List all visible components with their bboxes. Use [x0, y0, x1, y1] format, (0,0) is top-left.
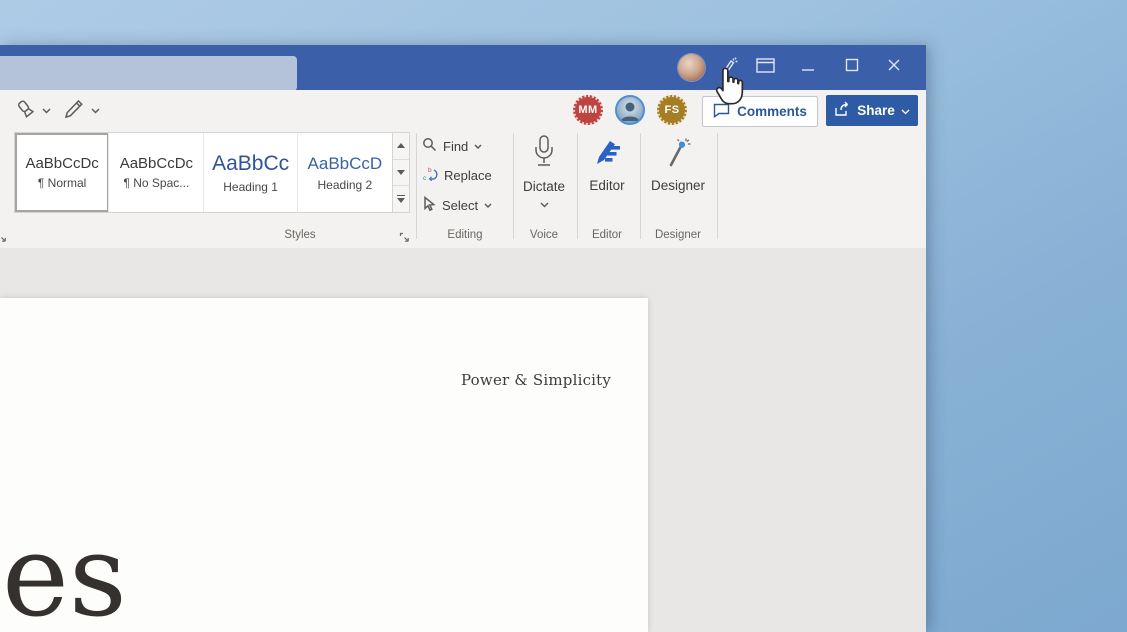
- collaborator-avatars: MM FS: [573, 95, 687, 125]
- style-label: ¶ Normal: [38, 176, 86, 190]
- style-no-spacing[interactable]: AaBbCcDc ¶ No Spac...: [109, 133, 203, 212]
- ribbon: MM FS Comments: [0, 90, 926, 249]
- chevron-down-icon: [474, 144, 482, 149]
- collaborator-avatar-mm[interactable]: MM: [573, 95, 603, 125]
- microphone-icon: [531, 134, 557, 175]
- share-icon: [834, 101, 851, 120]
- style-heading-1[interactable]: AaBbCc Heading 1: [204, 133, 298, 212]
- document-canvas[interactable]: Power & Simplicity es: [0, 248, 926, 632]
- share-button[interactable]: Share: [826, 95, 918, 126]
- close-button[interactable]: [877, 45, 911, 90]
- replace-label: Replace: [444, 168, 492, 183]
- more-bar-icon: [397, 195, 405, 197]
- style-label: Heading 1: [223, 180, 278, 194]
- collaborator-avatar-fs[interactable]: FS: [657, 95, 687, 125]
- gallery-scrollbar: [393, 132, 410, 213]
- dialog-launcher-button[interactable]: [0, 230, 7, 248]
- styles-dialog-launcher-button[interactable]: [399, 230, 410, 248]
- replace-button[interactable]: b c Replace: [422, 164, 492, 186]
- comments-label: Comments: [737, 104, 807, 119]
- maximize-icon: [845, 58, 859, 77]
- style-label: Heading 2: [318, 178, 373, 192]
- style-preview: AaBbCc: [212, 152, 289, 176]
- document-large-text: es: [2, 520, 127, 632]
- chevron-down-icon: [484, 203, 492, 208]
- find-button[interactable]: Find: [422, 135, 482, 157]
- chevron-down-icon: [540, 202, 549, 208]
- editing-group-label: Editing: [430, 229, 500, 241]
- avatar-initials: MM: [578, 104, 597, 116]
- styles-gallery: AaBbCcDc ¶ Normal AaBbCcDc ¶ No Spac... …: [14, 132, 393, 213]
- share-label: Share: [857, 103, 895, 118]
- group-separator: [513, 133, 514, 239]
- dictate-button[interactable]: Dictate: [519, 134, 569, 208]
- replace-icon: b c: [422, 166, 438, 185]
- group-separator: [577, 133, 578, 239]
- pen-tool-button[interactable]: [62, 98, 100, 124]
- minimize-icon: [801, 59, 815, 77]
- find-label: Find: [443, 139, 468, 154]
- chevron-down-icon: [42, 108, 51, 114]
- voice-group-label: Voice: [516, 229, 572, 241]
- designer-button[interactable]: Designer: [645, 137, 711, 193]
- search-input[interactable]: [0, 56, 297, 91]
- ink-tool-icon: [13, 97, 37, 126]
- triangle-down-icon: [397, 170, 405, 175]
- close-icon: [887, 58, 901, 77]
- designer-icon: [663, 137, 693, 174]
- group-separator: [717, 133, 718, 239]
- ribbon-display-options-icon: [756, 58, 775, 78]
- style-preview: AaBbCcDc: [25, 155, 98, 172]
- triangle-up-icon: [397, 143, 405, 148]
- svg-text:c: c: [423, 175, 427, 182]
- triangle-down-icon: [397, 198, 405, 203]
- gallery-more-button[interactable]: [393, 185, 409, 212]
- style-preview: AaBbCcD: [308, 154, 383, 174]
- select-label: Select: [442, 198, 478, 213]
- word-window: MM FS Comments: [0, 45, 926, 632]
- style-normal[interactable]: AaBbCcDc ¶ Normal: [15, 133, 109, 212]
- maximize-button[interactable]: [835, 45, 869, 90]
- collaborator-avatar-photo[interactable]: [615, 95, 645, 125]
- account-avatar[interactable]: [678, 54, 705, 81]
- hand-cursor: [714, 66, 746, 111]
- style-label: ¶ No Spac...: [123, 176, 189, 190]
- styles-group-label: Styles: [270, 229, 330, 241]
- editor-label: Editor: [589, 178, 624, 193]
- ink-tool-button[interactable]: [13, 98, 51, 124]
- person-silhouette-icon: [617, 97, 643, 123]
- select-icon: [422, 196, 436, 215]
- document-header-text: Power & Simplicity: [461, 371, 611, 389]
- document-page[interactable]: Power & Simplicity es: [0, 298, 648, 632]
- titlebar: [0, 45, 926, 90]
- screen: MM FS Comments: [0, 0, 1127, 632]
- group-separator: [416, 133, 417, 239]
- chevron-down-icon: [901, 103, 910, 118]
- ribbon-display-options-button[interactable]: [748, 45, 782, 90]
- chevron-down-icon: [91, 108, 100, 114]
- minimize-button[interactable]: [791, 45, 825, 90]
- editor-button[interactable]: Editor: [582, 137, 632, 193]
- style-heading-2[interactable]: AaBbCcD Heading 2: [298, 133, 392, 212]
- gallery-scroll-down-button[interactable]: [393, 159, 409, 186]
- style-preview: AaBbCcDc: [120, 155, 193, 172]
- find-icon: [422, 137, 437, 155]
- gallery-scroll-up-button[interactable]: [393, 133, 409, 159]
- select-button[interactable]: Select: [422, 194, 492, 216]
- editor-icon: [591, 137, 623, 174]
- pen-tool-icon: [62, 97, 86, 126]
- designer-label: Designer: [651, 178, 705, 193]
- avatar-initials: FS: [664, 104, 679, 116]
- dictate-label: Dictate: [523, 179, 565, 194]
- designer-group-label: Designer: [647, 229, 709, 241]
- editor-group-label: Editor: [579, 229, 635, 241]
- svg-text:b: b: [428, 167, 432, 174]
- group-separator: [640, 133, 641, 239]
